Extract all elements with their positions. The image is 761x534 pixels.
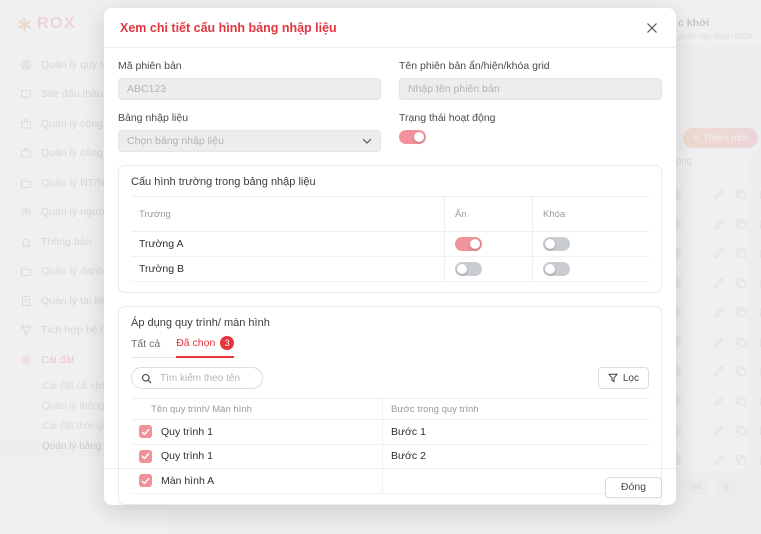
trang-thai-toggle[interactable]: [399, 130, 426, 144]
modal-body: Mã phiên bản Tên phiên bản ẩn/hiện/khóa …: [104, 48, 676, 505]
table-row: Trường B: [131, 257, 649, 282]
tab-label: Tất cả: [131, 338, 160, 350]
column-header: Trường: [131, 197, 444, 231]
column-header: Ẩn: [444, 197, 532, 231]
ten-phien-ban-input: [399, 78, 662, 100]
field-bang-nhap-lieu: Bảng nhập liệu Chọn bảng nhập liệu: [118, 100, 381, 152]
tab-label: Đã chọn: [176, 337, 215, 349]
fields-config-table: Trường Ẩn Khóa Trường A Trường B: [131, 196, 649, 282]
row-checkbox[interactable]: [139, 450, 152, 463]
modal-header: Xem chi tiết cấu hình bảng nhập liệu: [104, 8, 676, 48]
close-icon[interactable]: [644, 20, 660, 36]
process-name: Quy trình 1: [161, 445, 382, 469]
field-name: Trường B: [131, 257, 444, 281]
field-label: Trạng thái hoạt động: [399, 112, 662, 124]
search-icon: [141, 373, 152, 384]
filter-label: Lọc: [623, 373, 639, 384]
view-config-modal: Xem chi tiết cấu hình bảng nhập liệu Mã …: [104, 8, 676, 505]
section-title: Áp dụng quy trình/ màn hình: [131, 317, 649, 329]
khoa-toggle[interactable]: [543, 262, 570, 276]
field-trang-thai: Trạng thái hoạt động: [399, 100, 662, 152]
row-checkbox[interactable]: [139, 425, 152, 438]
process-step: Bước 1: [382, 420, 649, 444]
process-name: Quy trình 1: [161, 420, 382, 444]
table-row: Quy trình 1 Bước 2: [131, 445, 649, 470]
select-placeholder: Chọn bảng nhập liệu: [127, 135, 224, 147]
table-header-row: Trường Ẩn Khóa: [131, 196, 649, 232]
bang-nhap-lieu-select: Chọn bảng nhập liệu: [118, 130, 381, 152]
tab-da-chon[interactable]: Đã chọn 3: [176, 336, 234, 358]
tab-tat-ca[interactable]: Tất cả: [131, 336, 160, 357]
search-box[interactable]: [131, 367, 263, 389]
column-header: Tên quy trình/ Màn hình: [131, 399, 382, 419]
process-step: Bước 2: [382, 445, 649, 469]
search-filter-row: Lọc: [131, 367, 649, 389]
modal-footer: Đóng: [104, 468, 676, 505]
table-row: Quy trình 1 Bước 1: [131, 420, 649, 445]
field-label: Tên phiên bản ẩn/hiện/khóa grid: [399, 60, 662, 72]
field-label: Mã phiên bản: [118, 60, 381, 72]
khoa-toggle[interactable]: [543, 237, 570, 251]
section-title: Cấu hình trường trong bảng nhập liệu: [131, 176, 649, 188]
field-ma-phien-ban: Mã phiên bản: [118, 60, 381, 100]
table-row: Trường A: [131, 232, 649, 257]
fields-config-section: Cấu hình trường trong bảng nhập liệu Trư…: [118, 165, 662, 293]
column-header: Bước trong quy trình: [382, 399, 649, 419]
field-label: Bảng nhập liệu: [118, 112, 381, 124]
selected-count-badge: 3: [220, 336, 234, 350]
tabs: Tất cả Đã chọn 3: [131, 336, 234, 358]
filter-button[interactable]: Lọc: [598, 367, 649, 389]
field-name: Trường A: [131, 232, 444, 256]
column-header: Khóa: [532, 197, 649, 231]
table-header-row: Tên quy trình/ Màn hình Bước trong quy t…: [131, 398, 649, 420]
modal-title: Xem chi tiết cấu hình bảng nhập liệu: [120, 21, 644, 35]
chevron-down-icon: [362, 138, 372, 144]
ma-phien-ban-input: [118, 78, 381, 100]
close-button[interactable]: Đóng: [605, 477, 662, 498]
filter-icon: [608, 373, 618, 383]
field-ten-phien-ban: Tên phiên bản ẩn/hiện/khóa grid: [399, 60, 662, 100]
an-toggle[interactable]: [455, 237, 482, 251]
search-input[interactable]: [158, 372, 253, 385]
an-toggle[interactable]: [455, 262, 482, 276]
